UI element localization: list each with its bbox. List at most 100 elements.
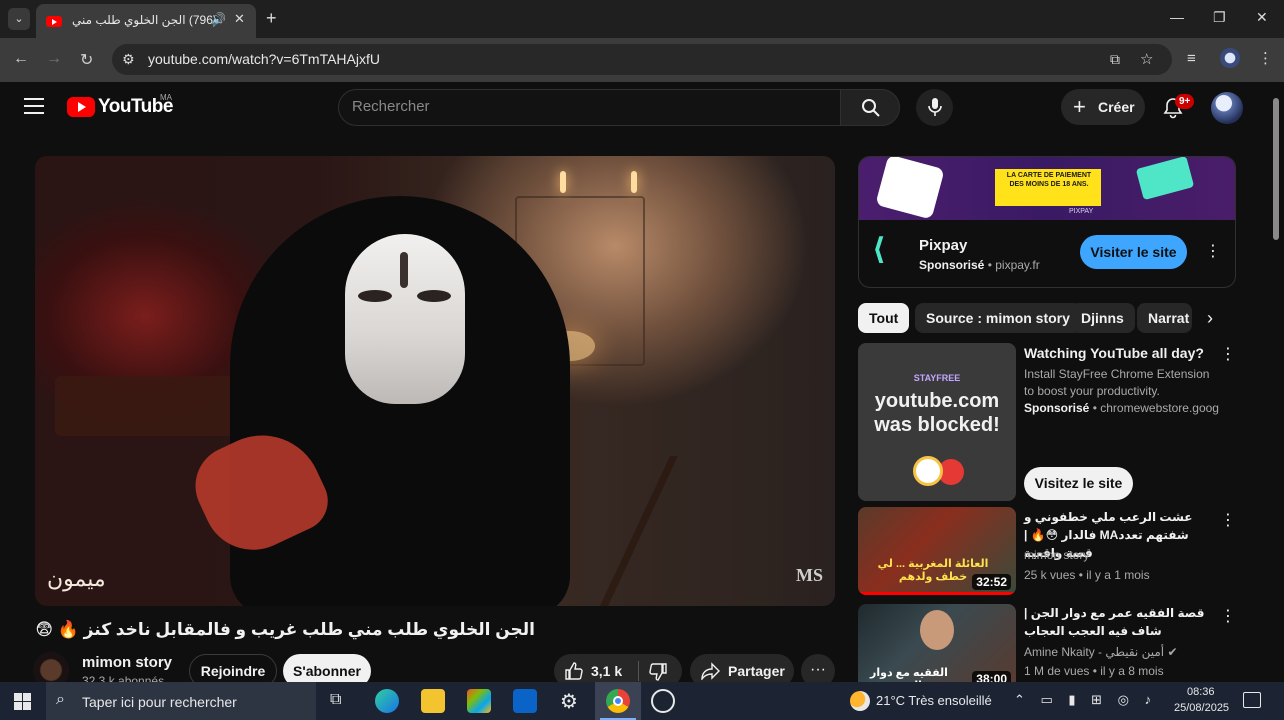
hamburger-menu-icon[interactable] [24, 98, 44, 119]
like-count: 3,1 k [591, 663, 623, 679]
search-icon: ⌕ [56, 691, 65, 708]
check-clock-icon [913, 456, 943, 486]
card-image [1135, 157, 1195, 201]
browser-toolbar: ← → ↻ ⚙ youtube.com/watch?v=6TmTAHAjxfU … [0, 38, 1284, 82]
sidebar-video-title[interactable]: قصة الفقيه عمر مع دوار الجن | شاف فيه ال… [1024, 604, 1214, 640]
mask-eye [417, 290, 451, 302]
ad-banner[interactable]: LA CARTE DE PAIEMENT DES MOINS DE 18 ANS… [859, 157, 1235, 220]
chip-djinns[interactable]: Djinns [1070, 303, 1135, 333]
tab-search-button[interactable]: ⌄ [8, 8, 30, 30]
chip-all[interactable]: Tout [858, 303, 910, 333]
visit-site-button[interactable]: Visiter le site [1080, 235, 1187, 269]
sponsored-label: Sponsorisé [1024, 401, 1090, 415]
ad-thumbnail[interactable]: STAYFREE youtube.com was blocked! [858, 343, 1016, 501]
windows-taskbar: ⌕ Taper ici pour rechercher ⧉ ⚙ 21°C Trè… [0, 682, 1284, 720]
back-icon[interactable]: ← [13, 50, 29, 68]
voice-search-button[interactable] [916, 89, 953, 126]
thumbs-up-icon[interactable] [564, 661, 584, 681]
system-tray-icons[interactable]: ⌃ ▭ ▮ ⊞ ◎ ♪ [1014, 692, 1157, 708]
sidebar-channel-name[interactable]: mimon story [1024, 548, 1089, 562]
ad-title[interactable]: Watching YouTube all day? [1024, 345, 1204, 361]
ad-menu-icon[interactable]: ⋮ [1205, 241, 1221, 261]
address-bar[interactable]: ⚙ youtube.com/watch?v=6TmTAHAjxfU ⧉ ☆ [112, 44, 1172, 75]
ad-description: Install StayFree Chrome Extension to boo… [1024, 367, 1210, 398]
plus-icon: + [1073, 94, 1086, 119]
search-button[interactable] [840, 89, 900, 126]
recorder-app-icon[interactable] [651, 689, 675, 713]
more-options-icon[interactable]: ⋮ [1220, 344, 1236, 364]
notification-badge: 9+ [1175, 94, 1195, 109]
ad-banner-text: LA CARTE DE PAIEMENT DES MOINS DE 18 ANS… [1006, 172, 1092, 188]
taskbar-search-placeholder: Taper ici pour rechercher [82, 694, 237, 710]
speaker-icon[interactable]: 🔊 [211, 12, 226, 26]
weather-text[interactable]: 21°C Très ensoleillé [876, 693, 992, 708]
settings-gear-icon[interactable]: ⚙ [560, 689, 578, 714]
account-avatar[interactable] [1211, 92, 1243, 124]
windows-start-icon[interactable] [14, 693, 31, 710]
taskbar-search-box[interactable]: ⌕ Taper ici pour rechercher [46, 682, 316, 720]
file-explorer-icon[interactable] [421, 689, 445, 713]
video-player[interactable]: ميمون MS [35, 156, 835, 606]
visit-site-button[interactable]: Visitez le site [1024, 467, 1133, 500]
thumbs-down-icon[interactable] [648, 662, 668, 682]
maximize-icon[interactable]: ❐ [1213, 9, 1226, 26]
sidebar-video-meta: 25 k vues • il y a 1 mois [1024, 568, 1150, 582]
edge-browser-icon[interactable] [375, 689, 399, 713]
youtube-logo-icon[interactable] [67, 97, 95, 117]
chip-source[interactable]: Source : mimon story [915, 303, 1081, 333]
video-duration: 32:52 [972, 574, 1011, 590]
search-input[interactable] [352, 98, 822, 115]
scrollbar-thumb[interactable] [1273, 98, 1279, 240]
install-app-icon[interactable]: ⧉ [1110, 51, 1120, 68]
phone-image [875, 157, 945, 220]
sidebar-channel-name[interactable]: Amine Nkaity - أمين نقيطي ✔ [1024, 645, 1178, 659]
mask-eye [358, 290, 392, 302]
video-watermark: ميمون [47, 566, 106, 591]
background-table [55, 376, 245, 436]
video-title: الجن الخلوي طلب مني طلب غريب و فالمقابل … [35, 620, 535, 639]
video-thumbnail[interactable]: الفقيه مع دوار الجن 38:00 [858, 604, 1016, 692]
media-control-icon[interactable]: ≡ [1187, 50, 1196, 67]
forward-icon[interactable]: → [46, 50, 62, 68]
chevron-right-icon[interactable]: › [1207, 308, 1213, 329]
weather-sun-icon[interactable] [850, 691, 870, 711]
store-icon[interactable] [467, 689, 491, 713]
ad-brand-mark: PIXPAY [1069, 208, 1094, 215]
create-label: Créer [1098, 99, 1135, 115]
chrome-taskbar-active[interactable] [595, 682, 641, 720]
chip-narration[interactable]: Narrat [1137, 303, 1192, 333]
video-corner-mark: MS [796, 565, 823, 585]
more-options-icon[interactable]: ⋮ [1220, 510, 1236, 530]
outlook-icon[interactable] [513, 689, 537, 713]
browser-tab[interactable]: (796) الجن الخلوي طلب مني 🔊 ✕ [36, 4, 256, 38]
country-code: MA [160, 93, 172, 102]
search-icon [862, 99, 880, 117]
close-tab-icon[interactable]: ✕ [234, 11, 245, 27]
video-thumbnail[interactable]: العائلة المغربية ... لي خطف ولدهم 32:52 [858, 507, 1016, 595]
reload-icon[interactable]: ↻ [80, 50, 93, 70]
sponsored-ad-card[interactable]: LA CARTE DE PAIEMENT DES MOINS DE 18 ANS… [858, 156, 1236, 288]
browser-menu-icon[interactable]: ⋮ [1258, 49, 1273, 67]
clock-time[interactable]: 08:36 [1187, 686, 1215, 698]
channel-name[interactable]: mimon story [82, 654, 172, 671]
new-tab-icon[interactable]: + [266, 8, 277, 29]
ad-domain: pixpay.fr [995, 258, 1040, 272]
search-box[interactable] [338, 89, 841, 126]
task-view-icon[interactable]: ⧉ [330, 691, 341, 709]
bookmark-star-icon[interactable]: ☆ [1140, 50, 1153, 68]
site-info-icon[interactable]: ⚙ [122, 51, 135, 68]
window-close-icon[interactable]: ✕ [1256, 9, 1268, 26]
pixpay-logo-icon: ⟨ [872, 233, 886, 266]
minimize-icon[interactable]: — [1170, 9, 1184, 25]
clock-date[interactable]: 25/08/2025 [1174, 702, 1229, 714]
ad-sponsor-line: Sponsorisé • pixpay.fr [919, 258, 1040, 272]
url-text[interactable]: youtube.com/watch?v=6TmTAHAjxfU [148, 51, 380, 67]
ad-name: Pixpay [919, 237, 968, 254]
ad-sponsor-line: Sponsorisé • chromewebstore.goog... [1024, 401, 1219, 415]
more-options-icon[interactable]: ⋮ [1220, 606, 1236, 626]
profile-avatar[interactable] [1220, 48, 1240, 68]
create-button[interactable]: + Créer [1061, 89, 1145, 125]
candle-light [560, 171, 566, 193]
candle-light [631, 171, 637, 193]
notification-center-icon[interactable] [1243, 692, 1261, 708]
